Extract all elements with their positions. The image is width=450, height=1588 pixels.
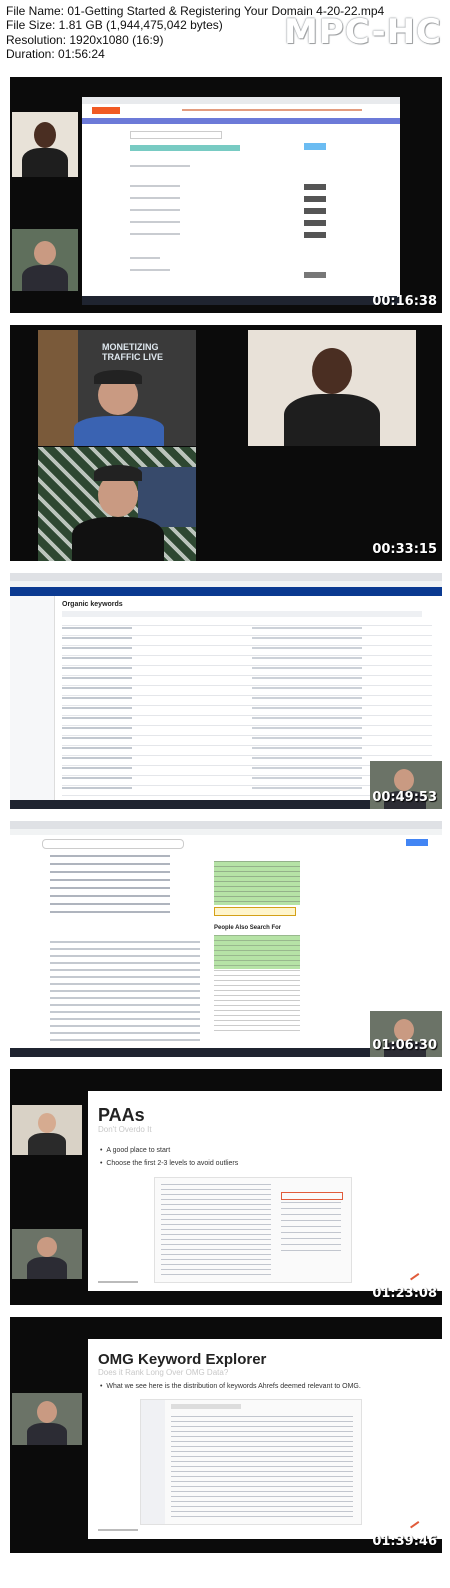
bullet-1: • What we see here is the distribution o… xyxy=(100,1383,361,1390)
taskbar xyxy=(82,296,400,305)
slide-title: OMG Keyword Explorer xyxy=(98,1351,267,1368)
paa-label: People Also Search For xyxy=(214,925,282,931)
webcam-2 xyxy=(12,229,78,291)
slide: PAAs Don't Overdo It • A good place to s… xyxy=(88,1091,442,1291)
timestamp: 00:16:38 xyxy=(372,294,437,309)
namecheap-screen xyxy=(82,97,400,305)
webcam-1 xyxy=(12,112,78,177)
thumbnail-1: 00:16:38 xyxy=(10,77,442,313)
duration: Duration: 01:56:24 xyxy=(6,47,105,62)
webcam-1 xyxy=(12,1393,82,1445)
webcam-1 xyxy=(12,1105,82,1155)
bullet-2: • Choose the first 2-3 levels to avoid o… xyxy=(100,1160,239,1167)
webcam-column xyxy=(10,1069,86,1305)
slide-title: PAAs xyxy=(98,1105,145,1125)
file-size: File Size: 1.81 GB (1,944,475,042 bytes) xyxy=(6,18,223,33)
thumbnail-6: OMG Keyword Explorer Does it Rank Long O… xyxy=(10,1317,442,1553)
timestamp: 01:06:30 xyxy=(372,1038,437,1053)
slide: OMG Keyword Explorer Does it Rank Long O… xyxy=(88,1339,442,1539)
slide-screenshot xyxy=(154,1177,352,1283)
poster-text: MONETIZING TRAFFIC LIVE xyxy=(102,342,163,362)
timestamp: 00:49:53 xyxy=(372,790,437,805)
mpc-hc-logo: MPC-HC xyxy=(283,12,442,52)
webcam-3 xyxy=(38,447,196,561)
file-name: File Name: 01-Getting Started & Register… xyxy=(6,4,385,18)
thumbnail-2: MONETIZING TRAFFIC LIVE 00:33:15 xyxy=(10,325,442,561)
thumbnail-4: People Also Search For 01:06:30 xyxy=(10,821,442,1057)
webcam-2 xyxy=(248,330,416,446)
file-info: File Name: 01-Getting Started & Register… xyxy=(6,4,385,62)
slide-screenshot xyxy=(140,1399,362,1525)
thumbnail-3: Organic keywords 00:49:53 xyxy=(10,573,442,809)
thumbnail-5: PAAs Don't Overdo It • A good place to s… xyxy=(10,1069,442,1305)
resolution: Resolution: 1920x1080 (16:9) xyxy=(6,32,164,47)
slide-subtitle: Don't Overdo It xyxy=(98,1125,152,1134)
webcam-column xyxy=(10,77,80,313)
organic-keywords-heading: Organic keywords xyxy=(62,601,123,608)
timestamp: 01:39:46 xyxy=(372,1534,437,1549)
webcam-column xyxy=(10,1317,86,1553)
timestamp: 00:33:15 xyxy=(372,542,437,557)
timestamp: 01:23:08 xyxy=(372,1286,437,1301)
slide-subtitle: Does it Rank Long Over OMG Data? xyxy=(98,1368,229,1377)
webcam-1: MONETIZING TRAFFIC LIVE xyxy=(38,330,196,446)
bullet-1: • A good place to start xyxy=(100,1147,171,1154)
webcam-2 xyxy=(12,1229,82,1279)
